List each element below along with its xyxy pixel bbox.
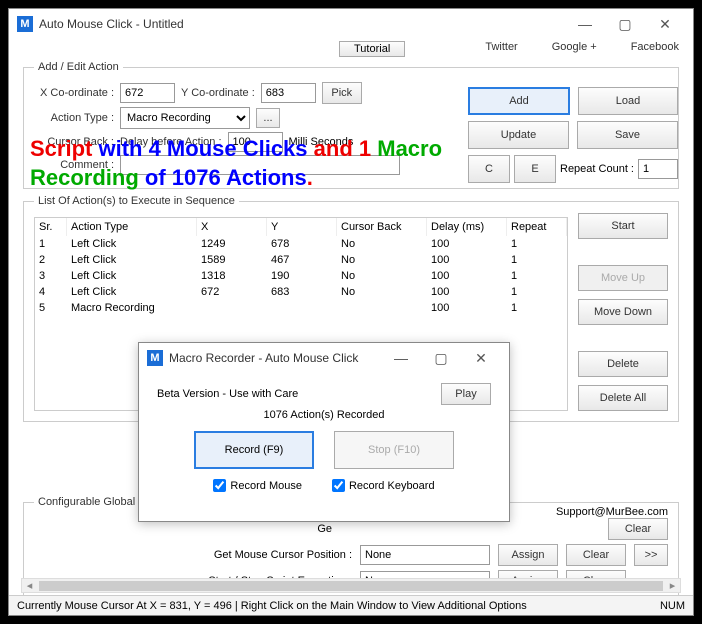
assign-button-2[interactable]: Assign	[498, 544, 558, 566]
delete-all-button[interactable]: Delete All	[578, 385, 668, 411]
support-link[interactable]: Support@MurBee.com	[556, 506, 668, 518]
repeat-count-input[interactable]	[638, 159, 678, 179]
delay-label: Delay before Action :	[120, 136, 222, 148]
pick-button[interactable]: Pick	[322, 82, 362, 104]
tutorial-button[interactable]: Tutorial	[339, 41, 405, 57]
main-titlebar: M Auto Mouse Click - Untitled — ▢ ✕	[9, 9, 693, 39]
more-button[interactable]: >>	[634, 544, 668, 566]
facebook-link[interactable]: Facebook	[631, 41, 679, 53]
table-row[interactable]: 2Left Click1589467No1001	[35, 252, 567, 268]
add-edit-legend: Add / Edit Action	[34, 61, 123, 73]
delay-unit-label: Milli Seconds	[289, 136, 354, 148]
recorder-titlebar: M Macro Recorder - Auto Mouse Click — ▢ …	[139, 343, 509, 373]
update-button[interactable]: Update	[468, 121, 569, 149]
maximize-button[interactable]: ▢	[605, 10, 645, 38]
record-keyboard-checkbox[interactable]: Record Keyboard	[332, 479, 435, 492]
scroll-right-icon[interactable]: ▸	[665, 579, 680, 592]
cursor-back-label: Cursor Back :	[34, 136, 114, 148]
c-button[interactable]: C	[468, 155, 510, 183]
move-up-button[interactable]: Move Up	[578, 265, 668, 291]
scroll-thumb[interactable]	[39, 581, 663, 591]
delete-button[interactable]: Delete	[578, 351, 668, 377]
recorder-title: Macro Recorder - Auto Mouse Click	[169, 351, 381, 365]
recorded-count-label: 1076 Action(s) Recorded	[157, 409, 491, 421]
recorder-logo-icon: M	[147, 350, 163, 366]
googleplus-link[interactable]: Google +	[552, 41, 597, 53]
status-bar: Currently Mouse Cursor At X = 831, Y = 4…	[9, 595, 693, 615]
list-side-buttons: Start Move Up Move Down Delete Delete Al…	[578, 213, 668, 411]
recorder-maximize-button[interactable]: ▢	[421, 344, 461, 372]
repeat-label: Repeat Count :	[560, 163, 634, 175]
record-mouse-checkbox[interactable]: Record Mouse	[213, 479, 302, 492]
main-window: M Auto Mouse Click - Untitled — ▢ ✕ Tuto…	[8, 8, 694, 616]
recorder-window: M Macro Recorder - Auto Mouse Click — ▢ …	[138, 342, 510, 522]
record-button[interactable]: Record (F9)	[194, 431, 314, 469]
clear-button-2[interactable]: Clear	[566, 544, 626, 566]
table-row[interactable]: 1Left Click1249678No1001	[35, 236, 567, 252]
list-legend: List Of Action(s) to Execute in Sequence	[34, 195, 239, 207]
close-button[interactable]: ✕	[645, 10, 685, 38]
load-button[interactable]: Load	[578, 87, 678, 115]
e-button[interactable]: E	[514, 155, 556, 183]
action-side-buttons: Add Load Update Save C E Repeat Count :	[468, 87, 678, 183]
x-coord-input[interactable]	[120, 83, 175, 103]
table-row[interactable]: 5Macro Recording1001	[35, 300, 567, 316]
minimize-button[interactable]: —	[565, 10, 605, 38]
beta-label: Beta Version - Use with Care	[157, 388, 298, 400]
comment-input[interactable]	[120, 155, 400, 175]
recorder-close-button[interactable]: ✕	[461, 344, 501, 372]
play-button[interactable]: Play	[441, 383, 491, 405]
window-title: Auto Mouse Click - Untitled	[39, 17, 565, 31]
app-logo-icon: M	[17, 16, 33, 32]
window-buttons: — ▢ ✕	[565, 10, 685, 38]
horizontal-scrollbar[interactable]: ◂ ▸	[21, 578, 681, 593]
y-coord-label: Y Co-ordinate :	[181, 87, 255, 99]
move-down-button[interactable]: Move Down	[578, 299, 668, 325]
num-lock-indicator: NUM	[660, 600, 685, 612]
table-header: Sr. Action Type X Y Cursor Back Delay (m…	[35, 218, 567, 236]
mouse-pos-hotkey-input[interactable]	[360, 545, 490, 565]
scroll-left-icon[interactable]: ◂	[22, 579, 37, 592]
add-button[interactable]: Add	[468, 87, 570, 115]
clear-button-1[interactable]: Clear	[608, 518, 668, 540]
delay-input[interactable]	[228, 132, 283, 152]
x-coord-label: X Co-ordinate :	[34, 87, 114, 99]
status-text: Currently Mouse Cursor At X = 831, Y = 4…	[17, 600, 527, 612]
top-links: Twitter Google + Facebook	[485, 41, 679, 53]
y-coord-input[interactable]	[261, 83, 316, 103]
add-edit-group: Add / Edit Action Add Load Update Save C…	[23, 61, 679, 189]
action-type-label: Action Type :	[34, 112, 114, 124]
save-button[interactable]: Save	[577, 121, 678, 149]
twitter-link[interactable]: Twitter	[485, 41, 517, 53]
stop-button[interactable]: Stop (F10)	[334, 431, 454, 469]
table-row[interactable]: 3Left Click1318190No1001	[35, 268, 567, 284]
table-row[interactable]: 4Left Click672683No1001	[35, 284, 567, 300]
action-type-more-button[interactable]: ...	[256, 108, 280, 128]
start-button[interactable]: Start	[578, 213, 668, 239]
action-type-select[interactable]: Macro Recording	[120, 107, 250, 129]
comment-label: Comment :	[34, 159, 114, 171]
recorder-minimize-button[interactable]: —	[381, 344, 421, 372]
